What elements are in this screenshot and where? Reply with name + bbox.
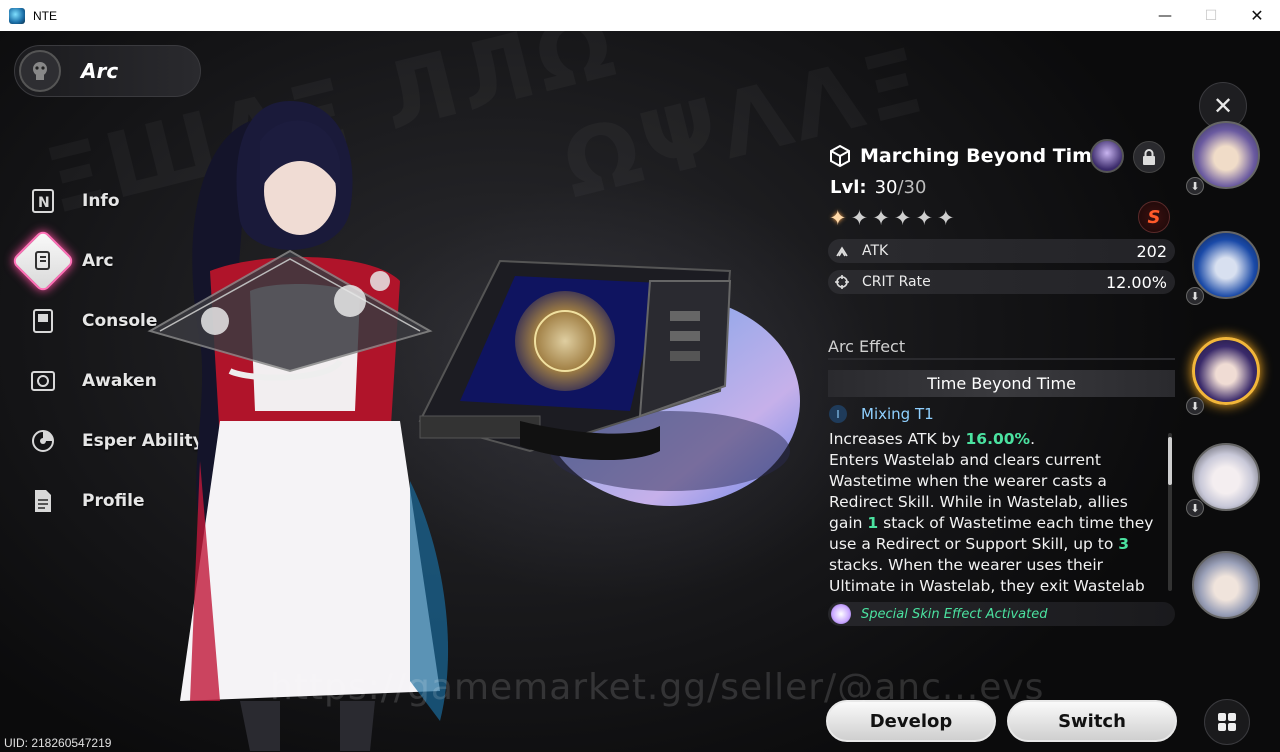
nav-label: Arc xyxy=(82,251,114,271)
nav-label: Profile xyxy=(82,491,145,511)
game-viewport: ΞШΔΞ ЛЛΩ ΩΨΛΛΞ Arc N Info Arc Console Aw… xyxy=(0,31,1280,752)
rank-badge: S xyxy=(1138,201,1170,233)
arrow-down-icon: ⬇ xyxy=(1186,287,1204,305)
arc-effect-heading: Arc Effect xyxy=(828,337,1175,360)
info-icon: N xyxy=(16,177,70,225)
effect-text-part: stack of Wastetime each time they use a … xyxy=(829,514,1154,553)
roster-character-4[interactable]: ⬇ xyxy=(1186,443,1266,521)
effect-value: 3 xyxy=(1118,535,1130,553)
effect-description: Increases ATK by 16.00%. Enters Wastelab… xyxy=(829,429,1164,594)
effect-scrollbar[interactable] xyxy=(1168,433,1172,591)
effect-text-part: Increases ATK by xyxy=(829,430,966,448)
maximize-button[interactable]: ☐ xyxy=(1188,0,1234,31)
window-close-button[interactable]: ✕ xyxy=(1234,0,1280,31)
avatar xyxy=(1192,551,1260,619)
arc-name: Marching Beyond Time xyxy=(860,145,1105,167)
lock-button[interactable] xyxy=(1133,141,1165,173)
atk-icon xyxy=(828,244,856,258)
level-current: 30 xyxy=(874,177,898,198)
avatar xyxy=(1192,231,1260,299)
effect-value: 16.00% xyxy=(965,430,1031,448)
scrollbar-thumb[interactable] xyxy=(1168,437,1172,485)
profile-icon xyxy=(16,477,70,525)
star-filled-icon: ✦ xyxy=(829,206,847,230)
stat-name: CRIT Rate xyxy=(862,274,931,290)
star-empty-icon: ✦ xyxy=(872,206,890,230)
nav-label: Info xyxy=(82,191,120,211)
lock-icon xyxy=(1143,149,1155,165)
minimize-button[interactable]: — xyxy=(1142,0,1188,31)
effect-tab[interactable]: Time Beyond Time xyxy=(828,370,1175,397)
effect-value: 1 xyxy=(867,514,879,532)
arrow-down-icon: ⬇ xyxy=(1186,397,1204,415)
grid-icon xyxy=(1218,713,1236,731)
skin-effect-row: Special Skin Effect Activated xyxy=(828,602,1175,626)
stat-row-atk: ATK 202 xyxy=(828,239,1175,263)
level-max: /30 xyxy=(897,177,927,198)
arrow-down-icon: ⬇ xyxy=(1186,177,1204,195)
arc-cube-icon xyxy=(830,144,850,168)
watermark: https://gamemarket.gg/seller/@anc...evs xyxy=(270,667,1045,708)
roster-character-1[interactable]: ⬇ xyxy=(1186,121,1266,199)
tier-label: Mixing T1 xyxy=(861,405,934,423)
grid-menu-button[interactable] xyxy=(1204,699,1250,745)
tier-badge: I xyxy=(829,405,847,423)
roster-character-3[interactable]: ⬇ xyxy=(1186,337,1266,415)
star-empty-icon: ✦ xyxy=(915,206,934,230)
star-empty-icon: ✦ xyxy=(893,206,912,230)
window-titlebar: NTE — ☐ ✕ xyxy=(0,0,1280,31)
arc-artwork xyxy=(418,259,800,506)
awaken-icon xyxy=(16,357,70,405)
avatar xyxy=(1192,443,1260,511)
roster-character-5[interactable] xyxy=(1188,551,1266,629)
level-label: Lvl: xyxy=(830,177,867,198)
esper-ability-icon xyxy=(16,417,70,465)
effect-text-part: . xyxy=(1030,430,1035,448)
star-rating: ✦ ✦ ✦ ✦ ✦ ✦ xyxy=(829,206,955,230)
effect-text-part: stacks. When the wearer uses their Ultim… xyxy=(829,556,1145,594)
stat-value: 12.00% xyxy=(1105,272,1167,292)
avatar xyxy=(1192,337,1260,405)
page-title: Arc xyxy=(81,59,119,83)
avatar xyxy=(1192,121,1260,189)
star-empty-icon: ✦ xyxy=(937,206,955,230)
svg-text:N: N xyxy=(38,195,50,211)
equipped-character-avatar[interactable] xyxy=(1090,139,1124,173)
stat-row-crit-rate: CRIT Rate 12.00% xyxy=(828,270,1175,294)
star-empty-icon: ✦ xyxy=(850,206,869,230)
nav-icon-wrapper xyxy=(10,228,76,294)
arc-icon xyxy=(10,228,76,294)
arc-header-icon xyxy=(19,50,61,92)
arc-level: Lvl: 30/30 xyxy=(830,177,926,198)
stat-name: ATK xyxy=(862,243,889,259)
crit-icon xyxy=(828,275,856,289)
skin-effect-text: Special Skin Effect Activated xyxy=(861,606,1048,622)
sparkle-icon xyxy=(831,604,851,624)
effect-tier: I Mixing T1 xyxy=(829,405,934,423)
stat-value: 202 xyxy=(1136,241,1167,261)
app-logo-icon xyxy=(9,7,25,24)
user-id: UID: 218260547219 xyxy=(4,736,112,750)
roster-character-2[interactable]: ⬇ xyxy=(1186,231,1266,309)
window-title: NTE xyxy=(33,8,57,23)
console-icon xyxy=(16,297,70,345)
arrow-down-icon: ⬇ xyxy=(1186,499,1204,517)
